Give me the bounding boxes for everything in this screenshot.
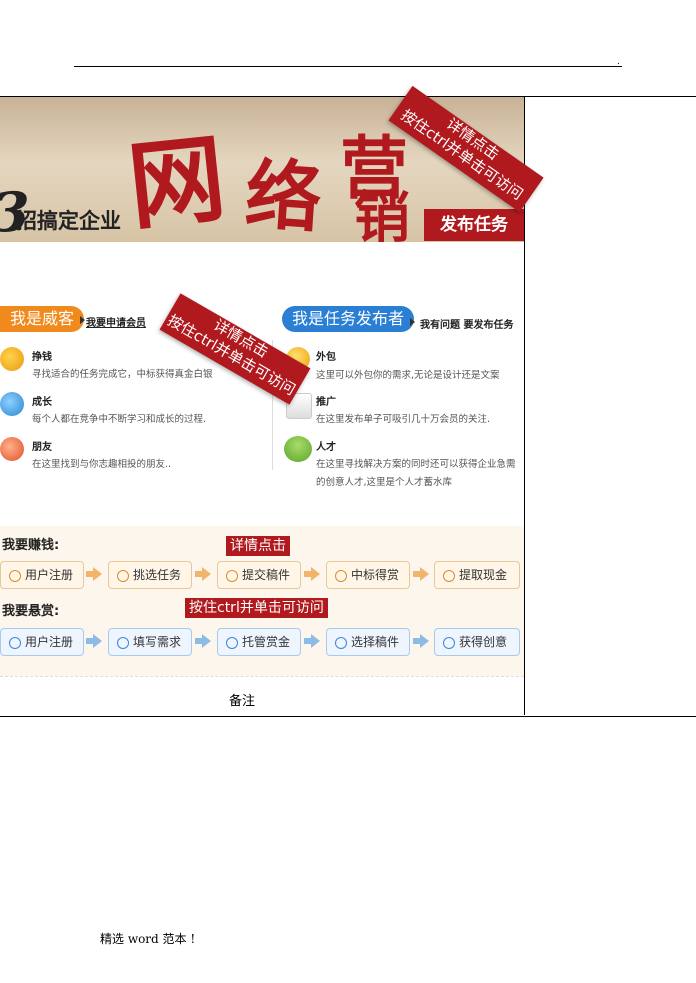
ctrl-click-tag[interactable]: 按住ctrl并单击可访问 — [185, 598, 328, 618]
talent-title: 人才 — [316, 442, 336, 453]
flow-arrow-icon — [93, 567, 102, 581]
flow-arrow-icon — [93, 634, 102, 648]
share-icon — [443, 636, 455, 649]
footer-text: 精选 word 范本 ! — [100, 932, 196, 946]
step-label: 选择稿件 — [351, 635, 400, 649]
outsource-title: 外包 — [316, 352, 336, 363]
flow-arrow-icon — [202, 634, 211, 648]
promote-title: 推广 — [316, 397, 336, 408]
talent-desc: 在这里寻找解决方案的同时还可以获得企业急需 — [316, 459, 516, 470]
copy-icon — [443, 569, 455, 582]
grow-desc: 每个人都在竞争中不断学习和成长的过程. — [32, 414, 207, 425]
earn-label: 我要赚钱: — [2, 538, 60, 553]
user-icon — [9, 636, 21, 649]
publisher-pill[interactable]: 我是任务发布者 — [282, 306, 415, 332]
outsource-desc: 这里可以外包你的需求,无论是设计还是文案 — [316, 370, 500, 381]
flow-arrow-icon — [202, 567, 211, 581]
note-label: 备注 — [229, 694, 256, 709]
arrow-right-icon — [80, 316, 85, 324]
flow-bottom-rule — [0, 676, 524, 678]
step-label: 获得创意 — [459, 635, 508, 649]
people-icon — [284, 436, 312, 462]
step-label: 提交稿件 — [242, 568, 291, 582]
earn-step-3[interactable]: 提交稿件 — [217, 561, 301, 589]
flow-arrow-icon — [420, 634, 429, 648]
select-icon — [335, 636, 347, 649]
publish-task-button[interactable]: 发布任务 — [424, 209, 524, 241]
user-icon — [9, 569, 21, 582]
friend-title: 朋友 — [32, 442, 52, 453]
earn-desc: 寻找适合的任务完成它，中标获得真金白银 — [32, 369, 213, 380]
header-rule — [74, 66, 622, 67]
earn-step-2[interactable]: 挑选任务 — [108, 561, 192, 589]
flow-arrow-icon — [311, 634, 320, 648]
callig-char-1: 网 — [123, 121, 231, 242]
heart-icon — [0, 437, 24, 461]
step-label: 挑选任务 — [133, 568, 182, 582]
header-dot: . — [617, 57, 620, 67]
earn-step-5[interactable]: 提取现金 — [434, 561, 520, 589]
earn-step-1[interactable]: 用户注册 — [0, 561, 84, 589]
grow-title: 成长 — [32, 397, 52, 408]
flow-arrow-icon — [420, 567, 429, 581]
apply-member-link[interactable]: 我要申请会员 — [86, 314, 146, 329]
reward-step-4[interactable]: 选择稿件 — [326, 628, 410, 656]
callig-char-4: 销 — [354, 185, 410, 242]
step-label: 用户注册 — [25, 635, 74, 649]
step-label: 托管赏金 — [242, 635, 291, 649]
reward-step-2[interactable]: 填写需求 — [108, 628, 192, 656]
step-label: 填写需求 — [133, 635, 182, 649]
witkey-pill[interactable]: 我是威客 — [0, 306, 85, 332]
flow-arrow-icon — [311, 567, 320, 581]
reward-step-1[interactable]: 用户注册 — [0, 628, 84, 656]
reward-step-3[interactable]: 托管赏金 — [217, 628, 301, 656]
publish-task-link[interactable]: 我有问题 要发布任务 — [420, 316, 513, 331]
step-label: 中标得赏 — [351, 568, 400, 582]
promote-desc: 在这里发布单子可吸引几十万会员的关注. — [316, 414, 491, 425]
check-icon — [335, 569, 347, 582]
coins-icon — [0, 347, 24, 371]
wallet-icon — [226, 636, 238, 649]
upload-icon — [226, 569, 238, 582]
earn-title: 挣钱 — [32, 352, 52, 363]
reward-label: 我要悬赏: — [2, 604, 60, 619]
step-label: 提取现金 — [459, 568, 508, 582]
detail-tag[interactable]: 详情点击 — [226, 536, 290, 556]
bird-icon — [0, 392, 24, 416]
reward-step-5[interactable]: 获得创意 — [434, 628, 520, 656]
talent-desc-2: 的创意人才,这里是个人才蓄水库 — [316, 477, 453, 488]
banner-subtitle: 招搞定企业 — [16, 209, 121, 233]
search-icon — [117, 569, 129, 582]
friend-desc: 在这里找到与你志趣相投的朋友.. — [32, 459, 172, 470]
callig-char-2: 络 — [242, 149, 325, 242]
earn-step-4[interactable]: 中标得赏 — [326, 561, 410, 589]
form-icon — [117, 636, 129, 649]
step-label: 用户注册 — [25, 568, 74, 582]
arrow-right-icon — [410, 318, 415, 326]
